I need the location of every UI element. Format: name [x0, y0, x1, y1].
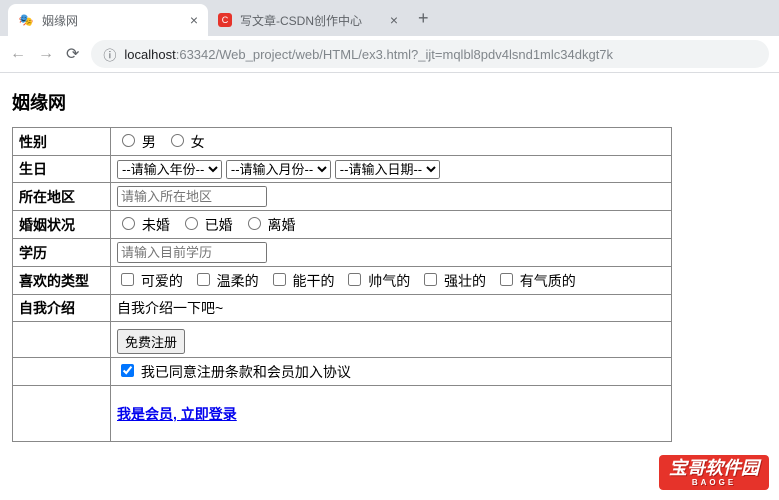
chk-handsome[interactable]: 帅气的	[344, 273, 410, 289]
chk-gentle[interactable]: 温柔的	[193, 273, 259, 289]
select-day[interactable]: --请输入日期--	[335, 160, 440, 179]
watermark-sub: BAOGE	[669, 479, 759, 488]
textarea-intro[interactable]: 自我介绍一下吧~	[111, 295, 672, 322]
toolbar: ← → ⟳ ⓘ localhost:63342/Web_project/web/…	[0, 36, 779, 72]
page-content: 姻缘网 性别 男 女 生日 --请输入年份-- --请输入月份-- --请输入日…	[0, 73, 779, 454]
back-button[interactable]: ←	[10, 45, 26, 63]
label-intro: 自我介绍	[13, 295, 111, 322]
agree-checkbox-row[interactable]: 我已同意注册条款和会员加入协议	[117, 364, 351, 380]
label-empty-3	[13, 386, 111, 442]
select-month[interactable]: --请输入月份--	[226, 160, 331, 179]
chk-elegant[interactable]: 有气质的	[496, 273, 576, 289]
tab-active[interactable]: 🎭 姻缘网 ×	[8, 4, 208, 36]
agree-label: 我已同意注册条款和会员加入协议	[141, 364, 351, 380]
input-region[interactable]	[117, 186, 267, 207]
radio-male[interactable]: 男	[117, 134, 156, 150]
label-region: 所在地区	[13, 183, 111, 211]
register-button[interactable]: 免费注册	[117, 329, 185, 354]
tab-favicon: C	[218, 13, 232, 27]
tab-title: 写文章-CSDN创作中心	[240, 12, 382, 29]
chk-cute[interactable]: 可爱的	[117, 273, 183, 289]
close-icon[interactable]: ×	[190, 12, 198, 28]
browser-chrome: 🎭 姻缘网 × C 写文章-CSDN创作中心 × + ← → ⟳ ⓘ local…	[0, 0, 779, 73]
label-empty-2	[13, 358, 111, 386]
label-birthday: 生日	[13, 156, 111, 183]
url-text: localhost:63342/Web_project/web/HTML/ex3…	[124, 47, 613, 62]
tab-favicon: 🎭	[18, 12, 34, 28]
new-tab-button[interactable]: +	[408, 8, 439, 29]
watermark: 宝哥软件园 BAOGE	[659, 455, 769, 490]
login-link[interactable]: 我是会员, 立即登录	[117, 406, 237, 422]
label-gender: 性别	[13, 128, 111, 156]
chk-strong[interactable]: 强壮的	[420, 273, 486, 289]
radio-divorced[interactable]: 离婚	[243, 217, 296, 233]
label-likes: 喜欢的类型	[13, 267, 111, 295]
reload-button[interactable]: ⟳	[66, 44, 79, 64]
tab-inactive[interactable]: C 写文章-CSDN创作中心 ×	[208, 4, 408, 36]
input-education[interactable]	[117, 242, 267, 263]
forward-button[interactable]: →	[38, 45, 54, 63]
radio-married[interactable]: 已婚	[180, 217, 233, 233]
page-title: 姻缘网	[12, 89, 767, 115]
radio-female[interactable]: 女	[166, 134, 205, 150]
registration-form: 性别 男 女 生日 --请输入年份-- --请输入月份-- --请输入日期-- …	[12, 127, 672, 442]
info-icon[interactable]: ⓘ	[103, 45, 116, 64]
tab-bar: 🎭 姻缘网 × C 写文章-CSDN创作中心 × +	[0, 0, 779, 36]
agree-checkbox[interactable]	[121, 364, 134, 377]
tab-title: 姻缘网	[42, 12, 182, 29]
radio-unmarried[interactable]: 未婚	[117, 217, 170, 233]
watermark-main: 宝哥软件园	[669, 458, 759, 478]
url-bar[interactable]: ⓘ localhost:63342/Web_project/web/HTML/e…	[91, 40, 769, 68]
label-education: 学历	[13, 239, 111, 267]
select-year[interactable]: --请输入年份--	[117, 160, 222, 179]
label-marriage: 婚姻状况	[13, 211, 111, 239]
chk-capable[interactable]: 能干的	[269, 273, 335, 289]
label-empty-1	[13, 322, 111, 358]
close-icon[interactable]: ×	[390, 12, 398, 28]
